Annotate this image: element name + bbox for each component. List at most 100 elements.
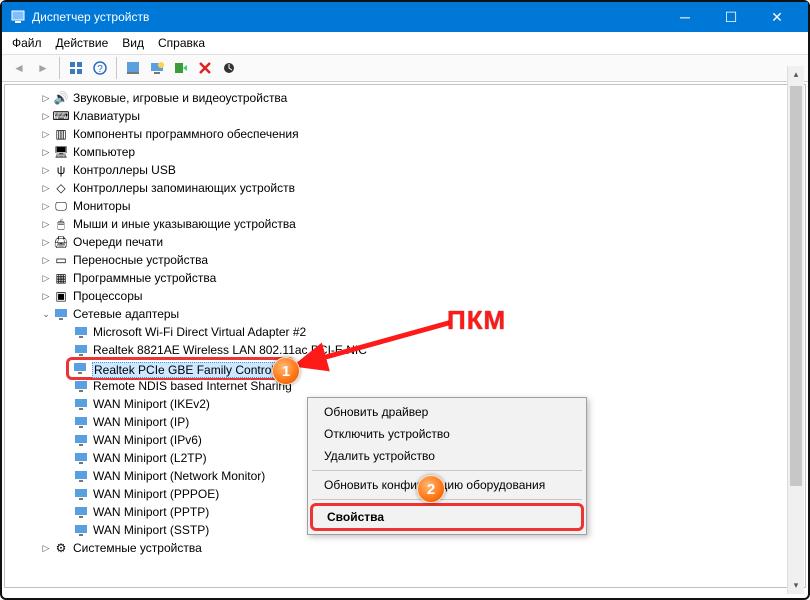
category-sound[interactable]: Звуковые, игровые и видеоустройства xyxy=(73,91,287,105)
menu-view[interactable]: Вид xyxy=(122,36,144,50)
net-wan-l2tp[interactable]: WAN Miniport (L2TP) xyxy=(93,451,207,465)
nav-back-button: ◄ xyxy=(8,57,30,79)
vertical-scrollbar[interactable]: ▴ ▾ xyxy=(787,66,804,594)
computer-icon: 🖥 xyxy=(53,144,69,160)
portable-icon: ▭ xyxy=(53,252,69,268)
category-hid[interactable]: Мыши и иные указывающие устройства xyxy=(73,217,296,231)
maximize-button[interactable]: ☐ xyxy=(708,2,754,32)
category-printq[interactable]: Очереди печати xyxy=(73,235,163,249)
close-button[interactable]: ✕ xyxy=(754,2,800,32)
category-system[interactable]: Системные устройства xyxy=(73,541,202,555)
expand-icon[interactable]: ▷ xyxy=(39,91,53,105)
software-icon: ▥ xyxy=(53,126,69,142)
toolbar-scan-icon[interactable] xyxy=(146,57,168,79)
firmware-icon: ▦ xyxy=(53,270,69,286)
toolbar-update-icon[interactable] xyxy=(218,57,240,79)
expand-icon[interactable]: ▷ xyxy=(39,109,53,123)
net-realtek-gbe[interactable]: Realtek PCIe GBE Family Controller xyxy=(92,362,289,378)
category-firmware[interactable]: Программные устройства xyxy=(73,271,216,285)
toolbar-enable-icon[interactable] xyxy=(170,57,192,79)
category-monitors[interactable]: Мониторы xyxy=(73,199,130,213)
expand-icon[interactable]: ▷ xyxy=(39,289,53,303)
net-adapter-icon xyxy=(73,522,89,538)
menu-help[interactable]: Справка xyxy=(158,36,205,50)
expand-icon[interactable]: ▷ xyxy=(39,217,53,231)
ctx-update-driver[interactable]: Обновить драйвер xyxy=(310,401,584,423)
ctx-separator xyxy=(312,499,582,500)
expand-icon[interactable]: ▷ xyxy=(39,541,53,555)
net-wan-ikev2[interactable]: WAN Miniport (IKEv2) xyxy=(93,397,210,411)
net-adapter-icon xyxy=(73,450,89,466)
expand-icon[interactable]: ▷ xyxy=(39,199,53,213)
net-adapter-icon xyxy=(72,360,88,376)
menu-action[interactable]: Действие xyxy=(56,36,109,50)
net-wan-ipv6[interactable]: WAN Miniport (IPv6) xyxy=(93,433,202,447)
window-title: Диспетчер устройств xyxy=(32,10,149,24)
keyboard-icon: ⌨ xyxy=(53,108,69,124)
expand-icon[interactable]: ▷ xyxy=(39,235,53,249)
mouse-icon: 🖱 xyxy=(53,216,69,232)
sound-icon: 🔊 xyxy=(53,90,69,106)
net-wan-pptp[interactable]: WAN Miniport (PPTP) xyxy=(93,505,209,519)
category-cpu[interactable]: Процессоры xyxy=(73,289,143,303)
network-icon xyxy=(53,306,69,322)
titlebar: Диспетчер устройств ─ ☐ ✕ xyxy=(2,2,808,32)
menu-bar: Файл Действие Вид Справка xyxy=(2,32,808,54)
annotation-pkm-label: ПКМ xyxy=(447,305,506,336)
annotation-badge-2: 2 xyxy=(417,475,445,503)
usb-icon: ψ xyxy=(53,162,69,178)
category-portable[interactable]: Переносные устройства xyxy=(73,253,208,267)
expand-icon[interactable]: ▷ xyxy=(39,271,53,285)
annotation-badge-1: 1 xyxy=(272,357,300,385)
net-adapter-icon xyxy=(73,324,89,340)
menu-file[interactable]: Файл xyxy=(12,36,42,50)
expand-icon[interactable]: ▷ xyxy=(39,253,53,267)
annotation-arrow-icon xyxy=(287,317,467,377)
ctx-disable-device[interactable]: Отключить устройство xyxy=(310,423,584,445)
net-wan-ip[interactable]: WAN Miniport (IP) xyxy=(93,415,189,429)
minimize-button[interactable]: ─ xyxy=(662,2,708,32)
toolbar: ◄ ► ? xyxy=(2,54,808,82)
context-menu: Обновить драйвер Отключить устройство Уд… xyxy=(307,397,587,535)
category-storage[interactable]: Контроллеры запоминающих устройств xyxy=(73,181,295,195)
category-usb[interactable]: Контроллеры USB xyxy=(73,163,176,177)
ctx-properties[interactable]: Свойства xyxy=(310,503,584,531)
net-adapter-icon xyxy=(73,468,89,484)
cpu-icon: ▣ xyxy=(53,288,69,304)
toolbar-overview-icon[interactable] xyxy=(65,57,87,79)
ctx-scan-hardware[interactable]: Обновить конфигурацию оборудования xyxy=(310,474,584,496)
collapse-icon[interactable]: ⌄ xyxy=(39,307,53,321)
net-adapter-icon xyxy=(73,504,89,520)
system-icon: ⚙ xyxy=(53,540,69,556)
svg-text:?: ? xyxy=(97,64,103,75)
selected-device-highlight: Realtek PCIe GBE Family Controller xyxy=(66,357,295,380)
toolbar-uninstall-icon[interactable] xyxy=(194,57,216,79)
net-adapter-icon xyxy=(73,378,89,394)
category-keyboards[interactable]: Клавиатуры xyxy=(73,109,140,123)
ctx-remove-device[interactable]: Удалить устройство xyxy=(310,445,584,467)
expand-icon[interactable]: ▷ xyxy=(39,127,53,141)
expand-icon[interactable]: ▷ xyxy=(39,145,53,159)
net-wan-sstp[interactable]: WAN Miniport (SSTP) xyxy=(93,523,209,537)
net-adapter-icon xyxy=(73,396,89,412)
toolbar-props-icon[interactable] xyxy=(122,57,144,79)
category-computer[interactable]: Компьютер xyxy=(73,145,135,159)
net-wan-pppoe[interactable]: WAN Miniport (PPPOE) xyxy=(93,487,219,501)
expand-icon[interactable]: ▷ xyxy=(39,181,53,195)
net-rndis[interactable]: Remote NDIS based Internet Sharing xyxy=(93,379,292,393)
net-adapter-icon xyxy=(73,342,89,358)
window-controls: ─ ☐ ✕ xyxy=(662,2,800,32)
toolbar-help-icon[interactable]: ? xyxy=(89,57,111,79)
monitor-icon: 🖵 xyxy=(53,198,69,214)
category-network[interactable]: Сетевые адаптеры xyxy=(73,307,179,321)
app-icon xyxy=(10,9,26,25)
scrollbar-thumb[interactable] xyxy=(790,86,802,486)
category-software[interactable]: Компоненты программного обеспечения xyxy=(73,127,299,141)
scroll-up-icon[interactable]: ▴ xyxy=(788,66,804,83)
scroll-down-icon[interactable]: ▾ xyxy=(788,577,804,594)
net-wan-netmon[interactable]: WAN Miniport (Network Monitor) xyxy=(93,469,265,483)
expand-icon[interactable]: ▷ xyxy=(39,163,53,177)
storage-icon: ◇ xyxy=(53,180,69,196)
nav-fwd-button: ► xyxy=(32,57,54,79)
net-wifi-direct[interactable]: Microsoft Wi-Fi Direct Virtual Adapter #… xyxy=(93,325,306,339)
